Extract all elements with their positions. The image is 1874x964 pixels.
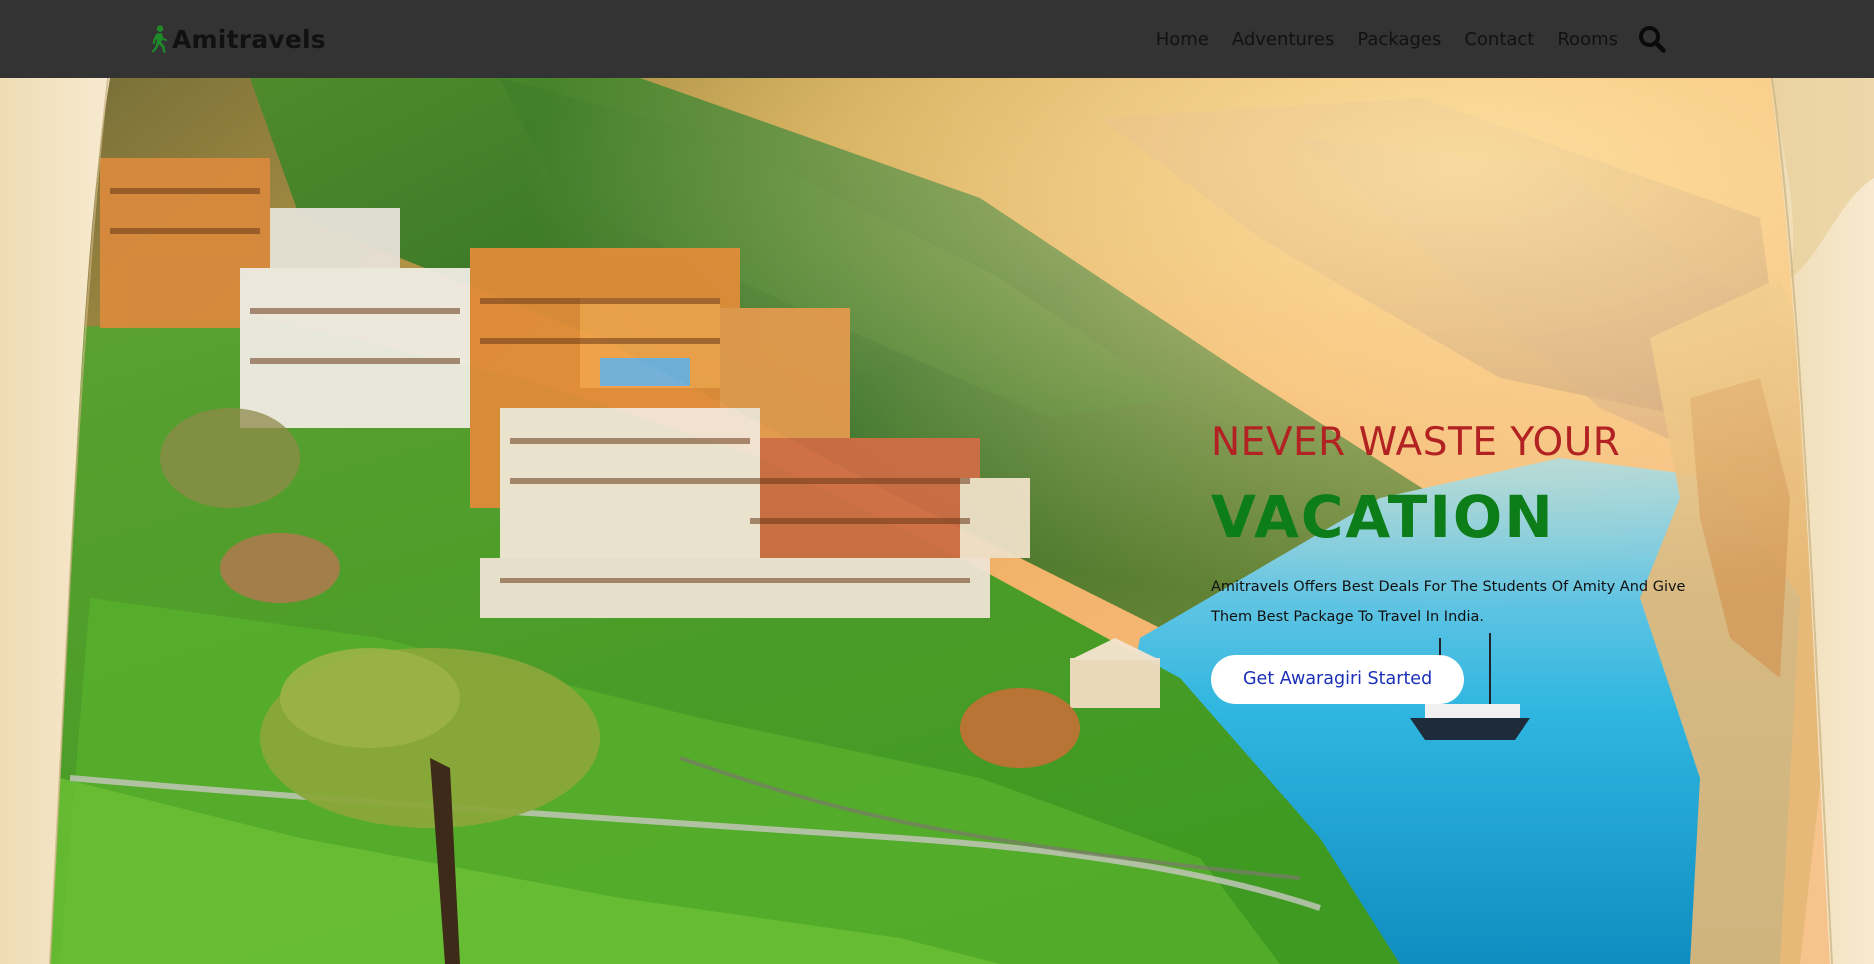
hero-content: NEVER WASTE YOUR VACATION Amitravels Off…: [1211, 418, 1711, 704]
nav-adventures[interactable]: Adventures: [1232, 29, 1334, 50]
hero-section: NEVER WASTE YOUR VACATION Amitravels Off…: [0, 78, 1874, 964]
site-header: Amitravels Home Adventures Packages Cont…: [0, 0, 1874, 78]
nav-home[interactable]: Home: [1156, 29, 1209, 50]
walking-person-icon: [147, 25, 169, 53]
get-started-button[interactable]: Get Awaragiri Started: [1211, 655, 1465, 704]
page: Amitravels Home Adventures Packages Cont…: [0, 0, 1874, 964]
search-icon[interactable]: [1637, 24, 1667, 54]
brand-name: Amitravels: [172, 24, 326, 54]
hero-subtitle: NEVER WASTE YOUR: [1211, 420, 1621, 465]
nav-contact[interactable]: Contact: [1464, 29, 1534, 50]
nav-rooms[interactable]: Rooms: [1557, 29, 1618, 50]
hero-description: Amitravels Offers Best Deals For The Stu…: [1211, 579, 1686, 625]
nav-packages[interactable]: Packages: [1357, 29, 1441, 50]
hero-title: VACATION: [1211, 483, 1555, 551]
main-nav: Home Adventures Packages Contact Rooms: [1133, 0, 1667, 78]
brand-logo-link[interactable]: Amitravels: [147, 20, 326, 58]
